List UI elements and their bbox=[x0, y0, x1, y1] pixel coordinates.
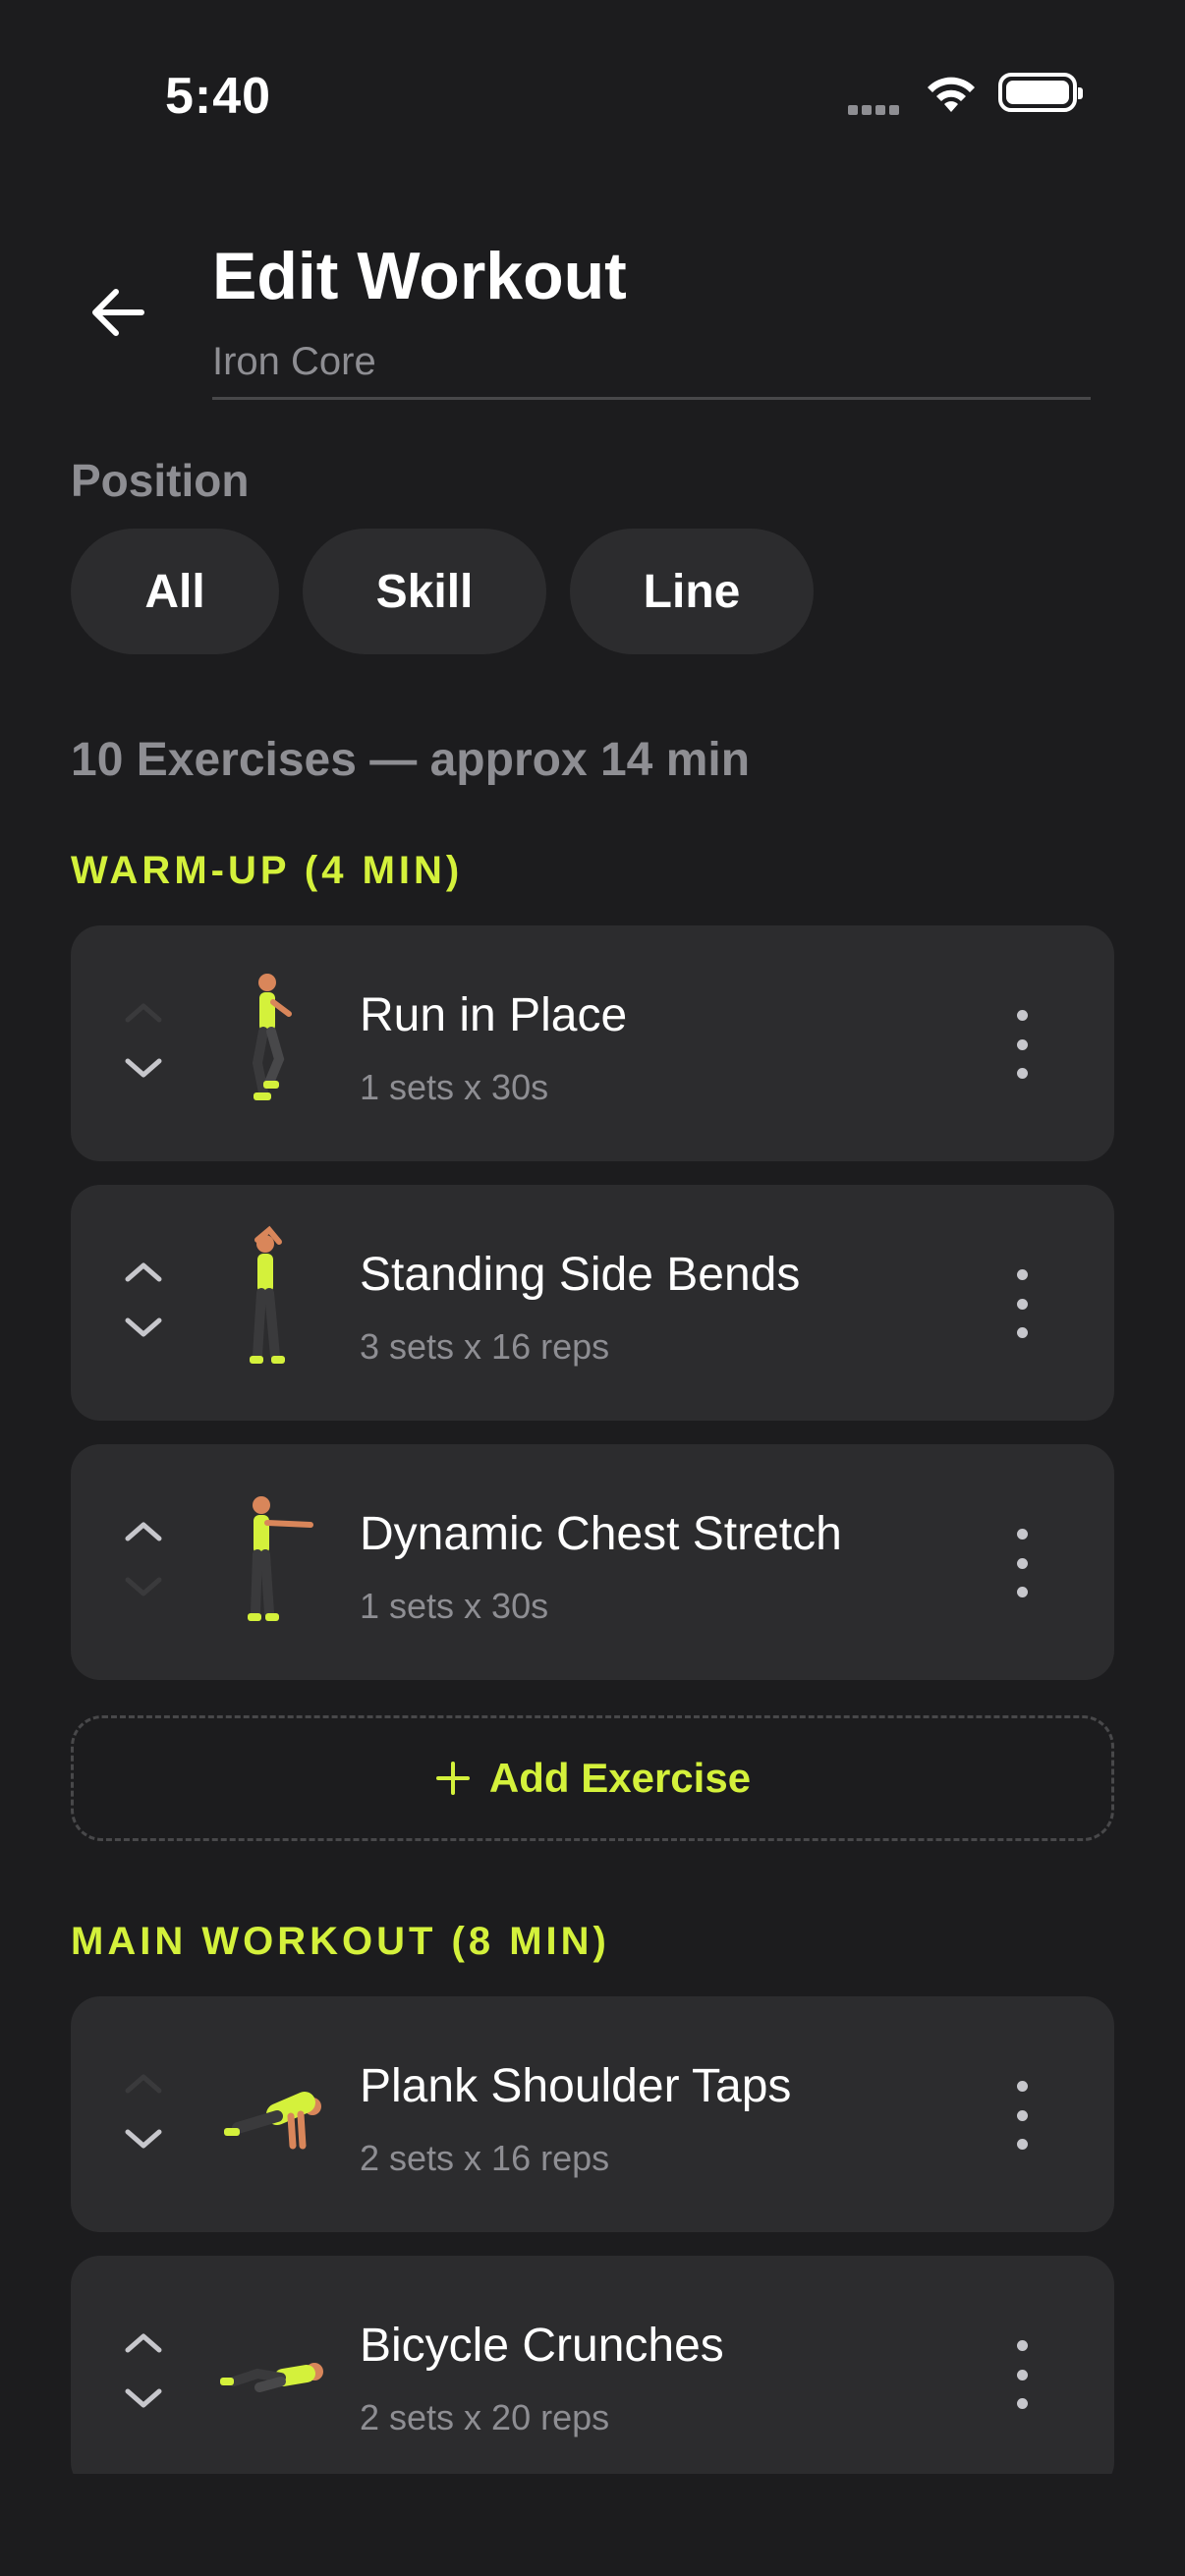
exercise-card[interactable]: Bicycle Crunches 2 sets x 20 reps bbox=[71, 2256, 1114, 2492]
plus-icon bbox=[435, 1762, 470, 1795]
chip-line[interactable]: Line bbox=[570, 529, 814, 654]
cellular-signal-icon bbox=[848, 102, 903, 120]
workout-name-field[interactable]: Iron Core bbox=[212, 340, 1091, 400]
exercise-name: Dynamic Chest Stretch bbox=[360, 1508, 842, 1560]
chevron-down-icon[interactable] bbox=[122, 1311, 165, 1346]
chevron-up-icon[interactable] bbox=[122, 1513, 165, 1548]
chevron-up-icon[interactable] bbox=[122, 2324, 165, 2360]
chest-stretch-figure bbox=[248, 1496, 313, 1621]
chip-skill[interactable]: Skill bbox=[303, 529, 546, 654]
group-title-warmup: WARM-UP (4 MIN) bbox=[71, 849, 464, 892]
more-options-icon[interactable] bbox=[1012, 1269, 1032, 1338]
page-title: Edit Workout bbox=[212, 239, 627, 313]
reorder-controls bbox=[122, 2065, 165, 2179]
reorder-controls bbox=[122, 1513, 165, 1627]
reorder-controls bbox=[122, 1254, 165, 1368]
exercise-card[interactable]: Standing Side Bends 3 sets x 16 reps bbox=[71, 1185, 1114, 1421]
plank-figure bbox=[224, 2092, 321, 2150]
add-exercise-button[interactable]: Add Exercise bbox=[71, 1715, 1114, 1841]
chevron-up-icon[interactable] bbox=[122, 2065, 165, 2100]
exercise-name: Bicycle Crunches bbox=[360, 2320, 724, 2372]
more-options-icon[interactable] bbox=[1012, 2081, 1032, 2150]
exercise-card[interactable]: Run in Place 1 sets x 30s bbox=[71, 925, 1114, 1161]
add-exercise-label: Add Exercise bbox=[488, 1755, 752, 1801]
side-bends-figure bbox=[250, 1225, 285, 1364]
status-bar: 5:40 bbox=[0, 0, 1185, 196]
workout-name-value: Iron Core bbox=[212, 340, 376, 383]
arrow-left-icon bbox=[92, 289, 144, 336]
chevron-up-icon[interactable] bbox=[122, 1254, 165, 1289]
group-title-main: MAIN WORKOUT (8 MIN) bbox=[71, 1920, 610, 1963]
exercise-name: Plank Shoulder Taps bbox=[360, 2060, 792, 2112]
battery-icon bbox=[998, 73, 1083, 112]
more-options-icon[interactable] bbox=[1012, 2340, 1032, 2409]
chevron-down-icon[interactable] bbox=[122, 1570, 165, 1605]
back-button[interactable] bbox=[81, 275, 155, 350]
chip-all[interactable]: All bbox=[71, 529, 279, 654]
exercise-card[interactable]: Dynamic Chest Stretch 1 sets x 30s bbox=[71, 1444, 1114, 1680]
more-options-icon[interactable] bbox=[1012, 1010, 1032, 1079]
chevron-down-icon[interactable] bbox=[122, 2381, 165, 2417]
more-options-icon[interactable] bbox=[1012, 1529, 1032, 1597]
reorder-controls bbox=[122, 994, 165, 1108]
bicycle-crunch-figure bbox=[220, 2363, 323, 2392]
position-label: Position bbox=[71, 455, 250, 506]
status-time: 5:40 bbox=[165, 68, 272, 125]
bottom-background bbox=[0, 2474, 1185, 2576]
exercise-detail: 3 sets x 16 reps bbox=[360, 1326, 610, 1367]
exercise-name: Run in Place bbox=[360, 989, 628, 1041]
chevron-down-icon[interactable] bbox=[122, 2122, 165, 2157]
workout-summary: 10 Exercises — approx 14 min bbox=[71, 734, 751, 786]
wifi-icon bbox=[925, 73, 978, 119]
exercise-card[interactable]: Plank Shoulder Taps 2 sets x 16 reps bbox=[71, 1996, 1114, 2232]
run-in-place-figure bbox=[252, 974, 292, 1100]
exercise-detail: 1 sets x 30s bbox=[360, 1067, 549, 1107]
chevron-down-icon[interactable] bbox=[122, 1051, 165, 1087]
exercise-name: Standing Side Bends bbox=[360, 1249, 801, 1301]
exercise-detail: 2 sets x 20 reps bbox=[360, 2397, 610, 2437]
reorder-controls bbox=[122, 2324, 165, 2438]
position-chips: All Skill Line bbox=[71, 529, 814, 654]
exercise-detail: 2 sets x 16 reps bbox=[360, 2138, 610, 2178]
exercise-detail: 1 sets x 30s bbox=[360, 1586, 549, 1626]
chevron-up-icon[interactable] bbox=[122, 994, 165, 1030]
